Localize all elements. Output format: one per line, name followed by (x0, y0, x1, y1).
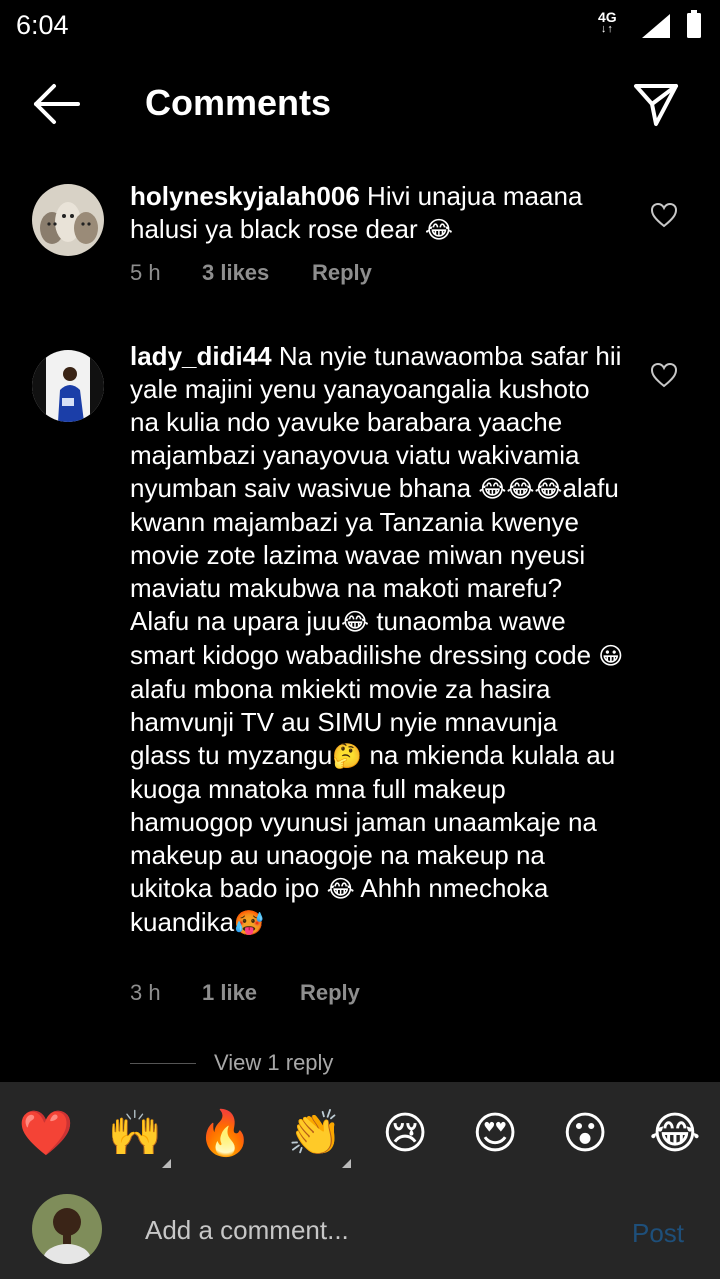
comment-username[interactable]: holyneskyjalah006 (130, 181, 360, 211)
fire-emoji-button[interactable]: 🔥 (197, 1106, 253, 1162)
skin-tone-indicator (342, 1159, 351, 1168)
arrow-left-icon[interactable] (30, 82, 82, 126)
thinking-emoji: 🤔 (332, 742, 363, 770)
reply-button[interactable]: Reply (312, 260, 372, 286)
comment-meta: 5 h 3 likes Reply (130, 260, 372, 286)
heart-outline-icon[interactable] (650, 202, 678, 228)
status-bar: 6:04 4G ↓↑ (0, 0, 720, 52)
comment-likes[interactable]: 3 likes (202, 260, 312, 286)
comment-text: holyneskyjalah006 Hivi unajua maana halu… (130, 180, 625, 247)
comment-text: lady_didi44 Na nyie tunawaomba safar hii… (130, 340, 625, 940)
my-avatar (32, 1194, 102, 1264)
surprised-emoji-button[interactable]: 😮 (557, 1106, 613, 1162)
heart-emoji-button[interactable]: ❤️ (18, 1106, 74, 1162)
clap-emoji: 👏 (287, 1108, 343, 1159)
comment-input[interactable] (145, 1210, 605, 1250)
comment-likes[interactable]: 1 like (202, 980, 300, 1006)
comment-time: 3 h (130, 980, 161, 1005)
comment-composer: Post (0, 1182, 720, 1279)
avatar[interactable] (32, 184, 104, 256)
network-arrows: ↓↑ (600, 23, 614, 35)
grinning-emoji: 😀 (598, 642, 624, 670)
my-avatar-image (32, 1194, 102, 1264)
view-replies-button[interactable]: View 1 reply (130, 1048, 333, 1078)
status-time: 6:04 (16, 10, 69, 40)
bottom-panel: ❤️ 🙌 🔥 👏 😢 😍 😮 😂 Post (0, 1082, 720, 1279)
laughing-emoji-button[interactable]: 😂 (647, 1106, 703, 1162)
view-replies-label: View 1 reply (214, 1050, 334, 1075)
paper-plane-icon[interactable] (630, 80, 682, 128)
skin-tone-indicator (162, 1159, 171, 1168)
comment-time: 5 h (130, 260, 161, 285)
heart-eyes-emoji-button[interactable]: 😍 (467, 1106, 523, 1162)
laughing-emoji: 😂😂😂 (478, 475, 563, 503)
heart-outline-icon[interactable] (650, 362, 678, 388)
laughing-emoji: 😂 (424, 216, 453, 244)
laughing-emoji: 😂 (326, 875, 355, 903)
network-type: 4G (598, 9, 617, 25)
clap-emoji-button[interactable]: 👏 (287, 1106, 351, 1168)
avatar-image (32, 184, 104, 256)
network-indicator: 4G ↓↑ (598, 9, 617, 35)
raised-hands-emoji: 🙌 (107, 1108, 163, 1159)
comment-username[interactable]: lady_didi44 (130, 341, 272, 371)
comment-meta: 3 h 1 like Reply (130, 980, 360, 1006)
hot-face-emoji: 🥵 (234, 909, 264, 937)
battery-icon (687, 10, 701, 38)
post-button[interactable]: Post (632, 1218, 684, 1249)
divider-line (130, 1062, 196, 1064)
raised-hands-emoji-button[interactable]: 🙌 (107, 1106, 171, 1168)
emoji-bar: ❤️ 🙌 🔥 👏 😢 😍 😮 😂 (0, 1082, 720, 1182)
crying-emoji-button[interactable]: 😢 (377, 1106, 433, 1162)
reply-button[interactable]: Reply (300, 980, 360, 1006)
comment-item: holyneskyjalah006 Hivi unajua maana halu… (0, 180, 720, 300)
header: Comments (0, 60, 720, 150)
laughing-emoji: 😂 (341, 608, 370, 636)
comment-item: lady_didi44 Na nyie tunawaomba safar hii… (0, 340, 720, 1040)
page-title: Comments (145, 82, 332, 123)
avatar-image (32, 350, 104, 422)
signal-icon (642, 14, 670, 38)
avatar[interactable] (32, 350, 104, 422)
